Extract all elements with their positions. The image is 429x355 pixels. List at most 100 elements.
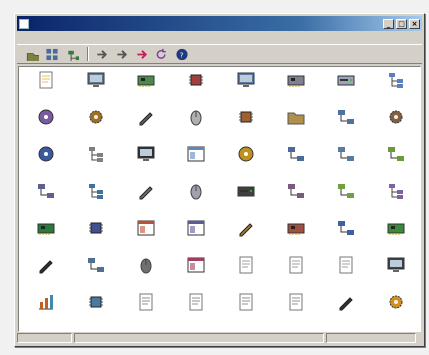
- back-button[interactable]: [113, 47, 130, 62]
- list-item[interactable]: [21, 144, 71, 181]
- application-window: _ □ × ?: [14, 13, 425, 347]
- list-item[interactable]: [121, 218, 171, 255]
- list-item[interactable]: [371, 292, 420, 329]
- list-item[interactable]: [371, 107, 420, 144]
- tree-icon: [389, 184, 403, 199]
- up-folder-button[interactable]: [23, 47, 40, 62]
- list-item[interactable]: [171, 107, 221, 144]
- pen-icon: [139, 112, 153, 126]
- list-item[interactable]: [71, 218, 121, 255]
- menu-3[interactable]: [61, 33, 83, 42]
- list-item[interactable]: [221, 144, 271, 181]
- list-item[interactable]: [21, 292, 71, 329]
- list-item[interactable]: [271, 218, 321, 255]
- item-label: [23, 277, 69, 289]
- list-item[interactable]: [171, 144, 221, 181]
- view-button[interactable]: [43, 47, 60, 62]
- list-item[interactable]: [321, 107, 371, 144]
- mouse-icon: [190, 110, 202, 126]
- status-panel-1: [17, 333, 72, 343]
- item-label: [323, 277, 369, 289]
- title-bar[interactable]: _ □ ×: [17, 16, 422, 31]
- gear-icon: [389, 110, 403, 124]
- item-label: [323, 166, 369, 178]
- list-item[interactable]: [171, 218, 221, 255]
- list-item[interactable]: [121, 107, 171, 144]
- item-label: [323, 240, 369, 252]
- close-button[interactable]: ×: [409, 18, 420, 29]
- list-item[interactable]: [221, 255, 271, 292]
- list-item[interactable]: [71, 144, 121, 181]
- list-item[interactable]: [171, 292, 221, 329]
- item-label: [73, 129, 119, 141]
- item-label: [373, 277, 419, 289]
- list-item[interactable]: [221, 70, 271, 107]
- maximize-button[interactable]: □: [396, 18, 407, 29]
- list-item[interactable]: [271, 181, 321, 218]
- list-item[interactable]: [121, 70, 171, 107]
- help-button[interactable]: ?: [173, 47, 190, 62]
- list-item[interactable]: [221, 107, 271, 144]
- list-item[interactable]: [121, 255, 171, 292]
- list-item[interactable]: [271, 255, 321, 292]
- list-item[interactable]: [321, 218, 371, 255]
- card-icon: [287, 75, 305, 87]
- list-item[interactable]: [371, 218, 420, 255]
- list-item[interactable]: [71, 70, 121, 107]
- list-item[interactable]: [271, 70, 321, 107]
- toolbar: ?: [17, 44, 422, 64]
- list-item[interactable]: [21, 70, 71, 107]
- chip-icon: [89, 296, 103, 308]
- item-label: [273, 92, 319, 104]
- list-item[interactable]: [171, 70, 221, 107]
- list-item[interactable]: [321, 144, 371, 181]
- list-item[interactable]: [321, 292, 371, 329]
- menu-4[interactable]: [83, 33, 105, 42]
- forward-button[interactable]: [133, 47, 150, 62]
- list-item[interactable]: [221, 181, 271, 218]
- item-label: [173, 166, 219, 178]
- list-item[interactable]: [21, 181, 71, 218]
- list-item[interactable]: [371, 70, 420, 107]
- network-icon: [388, 147, 404, 161]
- cut-button[interactable]: [93, 47, 110, 62]
- list-item[interactable]: [271, 144, 321, 181]
- icon-view[interactable]: [18, 66, 421, 332]
- window-icon: [187, 220, 205, 236]
- minimize-button[interactable]: _: [383, 18, 394, 29]
- list-item[interactable]: [271, 292, 321, 329]
- menu-2[interactable]: [39, 33, 61, 42]
- list-item[interactable]: [71, 255, 121, 292]
- list-item[interactable]: [271, 107, 321, 144]
- list-item[interactable]: [71, 181, 121, 218]
- list-item[interactable]: [121, 292, 171, 329]
- list-item[interactable]: [121, 181, 171, 218]
- item-label: [223, 92, 269, 104]
- list-item[interactable]: [171, 181, 221, 218]
- tree-button[interactable]: [63, 47, 80, 62]
- list-item[interactable]: [321, 181, 371, 218]
- refresh-button[interactable]: [153, 47, 170, 62]
- drive-icon: [237, 186, 255, 197]
- item-label: [373, 240, 419, 252]
- forward-icon: [136, 49, 147, 59]
- list-item[interactable]: [321, 255, 371, 292]
- tree-icon: [89, 184, 103, 199]
- list-item[interactable]: [221, 218, 271, 255]
- list-item[interactable]: [71, 107, 121, 144]
- list-item[interactable]: [171, 255, 221, 292]
- item-label: [173, 314, 219, 326]
- list-item[interactable]: [371, 181, 420, 218]
- list-item[interactable]: [21, 107, 71, 144]
- list-item[interactable]: [221, 292, 271, 329]
- list-item[interactable]: [321, 70, 371, 107]
- menu-1[interactable]: [17, 33, 39, 42]
- list-item[interactable]: [21, 218, 71, 255]
- list-item[interactable]: [121, 144, 171, 181]
- list-item[interactable]: [371, 144, 420, 181]
- item-label: [123, 314, 169, 326]
- list-item[interactable]: [71, 292, 121, 329]
- item-label: [373, 314, 419, 326]
- list-item[interactable]: [21, 255, 71, 292]
- list-item[interactable]: [371, 255, 420, 292]
